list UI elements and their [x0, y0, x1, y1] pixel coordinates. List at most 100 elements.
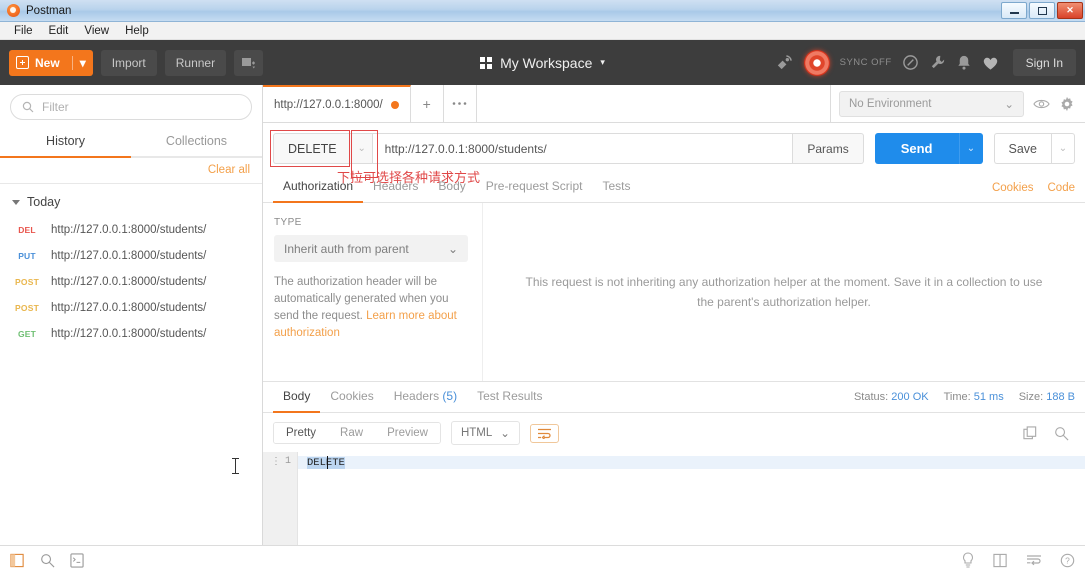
response-tabs: Body Cookies Headers (5) Test Results St…	[263, 382, 1085, 413]
tab-pre-request-script[interactable]: Pre-request Script	[476, 173, 593, 203]
method-value[interactable]: DELETE	[273, 133, 351, 164]
tab-authorization[interactable]: Authorization	[273, 173, 364, 203]
postman-logo-icon	[7, 4, 20, 17]
more-tabs-button[interactable]	[443, 85, 477, 122]
sync-status-indicator[interactable]	[803, 49, 830, 76]
cookies-link[interactable]: Cookies	[992, 182, 1034, 194]
response-tab-cookies[interactable]: Cookies	[320, 382, 383, 413]
bulb-icon[interactable]	[961, 552, 975, 568]
list-item[interactable]: GET http://127.0.0.1:8000/students/	[0, 321, 262, 347]
list-item[interactable]: POST http://127.0.0.1:8000/students/	[0, 295, 262, 321]
response-tab-test-results[interactable]: Test Results	[467, 382, 552, 413]
size-value: 188 B	[1046, 391, 1075, 403]
interceptor-icon[interactable]	[902, 54, 919, 71]
view-mode-pretty[interactable]: Pretty	[274, 423, 329, 443]
method-selector[interactable]: DELETE ⌄ 下拉可选择各种请求方式	[270, 130, 480, 186]
chevron-down-icon[interactable]: ▾	[71, 55, 89, 70]
wrap-lines-icon[interactable]	[1026, 554, 1042, 566]
auth-type-select[interactable]: Inherit auth from parent ⌄	[274, 235, 468, 262]
response-toolbar-right	[1023, 425, 1075, 441]
params-button[interactable]: Params	[793, 133, 864, 164]
url-bar: DELETE ⌄ 下拉可选择各种请求方式 http://127.0.0.1:80…	[263, 123, 1085, 186]
wrench-icon[interactable]	[929, 54, 946, 71]
response-tab-headers[interactable]: Headers (5)	[384, 382, 467, 413]
history-url: http://127.0.0.1:8000/students/	[51, 302, 207, 314]
response-tab-body[interactable]: Body	[273, 382, 321, 413]
menu-item-file[interactable]: File	[6, 24, 41, 38]
chevron-down-icon	[12, 199, 20, 205]
workspace-selector[interactable]: My Workspace ▾	[480, 55, 605, 71]
menu-item-view[interactable]: View	[76, 24, 117, 38]
minimize-button[interactable]	[1001, 2, 1027, 19]
text-caret	[327, 456, 328, 469]
list-item[interactable]: DEL http://127.0.0.1:8000/students/	[0, 217, 262, 243]
filter-input[interactable]: Filter	[10, 94, 252, 120]
response-section: Body Cookies Headers (5) Test Results St…	[263, 381, 1085, 545]
chevron-down-icon: ▾	[600, 57, 605, 67]
sidebar-tab-history[interactable]: History	[0, 127, 131, 158]
view-mode-preview[interactable]: Preview	[375, 423, 440, 443]
send-button[interactable]: Send	[874, 133, 959, 164]
window-title: Postman	[26, 4, 72, 17]
response-body-text: DELETE	[307, 456, 345, 469]
response-tab-headers-label: Headers	[393, 389, 440, 403]
response-body-content[interactable]: DELETE	[298, 452, 1085, 545]
clear-all-link[interactable]: Clear all	[208, 164, 250, 176]
close-button[interactable]: ✕	[1057, 2, 1083, 19]
tab-headers[interactable]: Headers	[363, 173, 428, 203]
menu-item-help[interactable]: Help	[117, 24, 157, 38]
eye-icon[interactable]	[1033, 98, 1050, 110]
sidebar-toggle-icon[interactable]	[10, 553, 25, 568]
help-icon[interactable]: ?	[1060, 553, 1075, 568]
request-tab[interactable]: http://127.0.0.1:8000/	[263, 85, 411, 122]
gear-icon[interactable]	[1059, 96, 1075, 112]
satellite-icon[interactable]	[775, 53, 794, 72]
save-group: Save ⌄	[993, 133, 1075, 164]
history-group-today[interactable]: Today	[0, 184, 262, 217]
bell-icon[interactable]	[956, 54, 972, 71]
view-mode-raw[interactable]: Raw	[328, 423, 376, 443]
send-options-chevron-down-icon[interactable]: ⌄	[958, 133, 983, 164]
heart-icon[interactable]	[982, 55, 999, 71]
search-icon[interactable]	[1054, 426, 1069, 441]
list-item[interactable]: PUT http://127.0.0.1:8000/students/	[0, 243, 262, 269]
authorization-panel: TYPE Inherit auth from parent ⌄ The auth…	[263, 203, 1085, 381]
response-headers-count: (5)	[442, 389, 458, 403]
auth-left-column: TYPE Inherit auth from parent ⌄ The auth…	[263, 203, 483, 381]
time-meta: Time: 51 ms	[944, 391, 1004, 403]
save-options-chevron-down-icon[interactable]: ⌄	[1051, 133, 1075, 164]
new-button[interactable]: New ▾	[9, 49, 93, 76]
maximize-button[interactable]	[1029, 2, 1055, 19]
response-meta: Status: 200 OK Time: 51 ms Size: 188 B	[854, 391, 1075, 412]
method-badge: GET	[17, 329, 37, 339]
auth-right-column: This request is not inheriting any autho…	[483, 203, 1085, 381]
history-url: http://127.0.0.1:8000/students/	[51, 224, 207, 236]
new-button-label: New	[35, 55, 60, 70]
response-body-editor[interactable]: ⋮ 1 DELETE	[263, 452, 1085, 545]
two-pane-icon[interactable]	[993, 553, 1008, 568]
history-url: http://127.0.0.1:8000/students/	[51, 328, 207, 340]
chevron-down-icon[interactable]: ⌄	[350, 133, 373, 164]
environment-select[interactable]: No Environment ⌄	[839, 90, 1024, 117]
new-window-button[interactable]	[234, 49, 264, 76]
plus-icon	[16, 56, 29, 69]
ellipsis-icon	[452, 102, 467, 105]
save-button[interactable]: Save	[993, 133, 1051, 164]
search-icon[interactable]	[40, 553, 55, 568]
request-tab-label: http://127.0.0.1:8000/	[274, 98, 383, 111]
url-input[interactable]: http://127.0.0.1:8000/students/	[372, 133, 794, 164]
code-link[interactable]: Code	[1048, 182, 1076, 194]
list-item[interactable]: POST http://127.0.0.1:8000/students/	[0, 269, 262, 295]
menu-item-edit[interactable]: Edit	[41, 24, 77, 38]
tab-tests[interactable]: Tests	[592, 173, 640, 203]
wrap-lines-button[interactable]	[529, 423, 559, 443]
sign-in-button[interactable]: Sign In	[1012, 49, 1076, 76]
sidebar-tab-collections[interactable]: Collections	[131, 127, 262, 158]
response-format-select[interactable]: HTML ⌄	[450, 421, 520, 445]
add-tab-button[interactable]: +	[410, 85, 444, 122]
import-button[interactable]: Import	[100, 49, 157, 76]
tab-body[interactable]: Body	[428, 173, 475, 203]
runner-button[interactable]: Runner	[164, 49, 227, 76]
copy-icon[interactable]	[1023, 425, 1038, 441]
console-icon[interactable]	[70, 552, 84, 568]
